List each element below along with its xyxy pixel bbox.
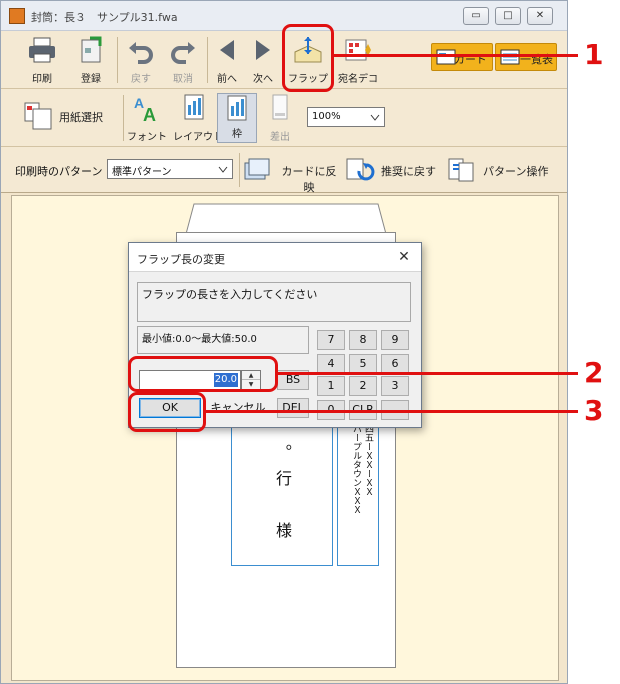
address-deco-icon bbox=[345, 39, 371, 61]
font-button[interactable]: AA フォント bbox=[127, 91, 167, 145]
pattern-ops-label: パターン操作 bbox=[483, 165, 549, 178]
callout-line-2 bbox=[278, 372, 578, 375]
close-window-button[interactable]: ✕ bbox=[527, 7, 553, 25]
envelope-flap bbox=[185, 203, 387, 235]
layout-button[interactable]: レイアウト bbox=[173, 91, 223, 145]
format-toolbar: 用紙選択 AA フォント レイアウト 枠 差出 100% bbox=[1, 89, 567, 147]
pattern-toolbar: 印刷時のパターン 標準パターン カードに反映 推奨に戻す パターン操作 bbox=[1, 147, 567, 194]
window-title: 封筒：長３ サンプル31.fwa bbox=[31, 11, 178, 24]
register-label: 登録 bbox=[81, 74, 101, 85]
key-3[interactable]: 3 bbox=[381, 376, 409, 396]
app-icon bbox=[9, 8, 25, 24]
key-2[interactable]: 2 bbox=[349, 376, 377, 396]
print-label: 印刷 bbox=[32, 74, 52, 85]
undo-button[interactable]: 戻す bbox=[121, 33, 161, 87]
range-message: 最小値:0.0～最大値:50.0 bbox=[137, 326, 309, 354]
address-deco-button[interactable]: 宛名デコ bbox=[335, 33, 381, 87]
prompt-message: フラップの長さを入力してください bbox=[137, 282, 411, 322]
key-8[interactable]: 8 bbox=[349, 330, 377, 350]
prev-button[interactable]: 前へ bbox=[211, 33, 243, 87]
minimize-button[interactable]: ▭ bbox=[463, 7, 489, 25]
register-button[interactable]: 登録 bbox=[69, 33, 113, 87]
key-1[interactable]: 1 bbox=[317, 376, 345, 396]
delete-button[interactable]: DEL bbox=[277, 398, 309, 418]
name-frame[interactable]: 。行 様 bbox=[231, 421, 333, 566]
callout-number-3: 3 bbox=[584, 394, 604, 427]
paper-select-button[interactable]: 用紙選択 bbox=[23, 99, 117, 133]
paper-select-label: 用紙選択 bbox=[59, 111, 103, 124]
pattern-ops-button[interactable]: パターン操作 bbox=[447, 155, 557, 185]
key-7[interactable]: 7 bbox=[317, 330, 345, 350]
font-label: フォント bbox=[127, 132, 167, 143]
key-4[interactable]: 4 bbox=[317, 354, 345, 374]
svg-text:A: A bbox=[143, 105, 156, 123]
address-deco-label: 宛名デコ bbox=[338, 74, 378, 85]
cancel-button[interactable]: キャンセル bbox=[207, 398, 269, 418]
pattern-value: 標準パターン bbox=[112, 167, 172, 178]
address-frame[interactable]: 四五ーＸＸーＸＸ パープルタウンＸＸＸ bbox=[337, 421, 379, 566]
undo-label: 戻す bbox=[131, 74, 151, 85]
frame-label: 枠 bbox=[232, 129, 242, 140]
pattern-label: 印刷時のパターン bbox=[15, 165, 103, 178]
pattern-ops-icon bbox=[448, 158, 474, 182]
zoom-select[interactable]: 100% bbox=[307, 107, 385, 127]
next-label: 次へ bbox=[253, 74, 273, 85]
card-view-button[interactable]: カード bbox=[431, 43, 493, 71]
key-6[interactable]: 6 bbox=[381, 354, 409, 374]
list-icon bbox=[500, 49, 520, 65]
next-button[interactable]: 次へ bbox=[247, 33, 279, 87]
toolbar-divider bbox=[123, 95, 124, 141]
font-icon: AA bbox=[134, 95, 156, 125]
sender-icon bbox=[272, 94, 288, 120]
callout-line-1 bbox=[334, 54, 578, 57]
chevron-down-icon bbox=[370, 114, 380, 121]
layout-icon bbox=[184, 94, 204, 120]
callout-line-3 bbox=[206, 410, 578, 413]
highlight-value-input bbox=[128, 356, 278, 392]
zoom-value: 100% bbox=[312, 111, 341, 122]
card-icon bbox=[436, 49, 456, 65]
prev-label: 前へ bbox=[217, 74, 237, 85]
chevron-down-icon bbox=[218, 166, 228, 173]
highlight-flap-button bbox=[282, 24, 334, 92]
key-5[interactable]: 5 bbox=[349, 354, 377, 374]
redo-icon bbox=[171, 42, 195, 64]
card-stack-icon bbox=[244, 158, 270, 180]
close-icon[interactable]: ✕ bbox=[395, 248, 413, 266]
arrow-left-icon bbox=[220, 40, 234, 60]
frame-button[interactable]: 枠 bbox=[217, 93, 257, 143]
undo-icon bbox=[129, 42, 153, 64]
callout-number-2: 2 bbox=[584, 356, 604, 389]
highlight-ok-button bbox=[128, 392, 206, 432]
recipient-address: 四五ーＸＸーＸＸ パープルタウンＸＸＸ bbox=[351, 424, 373, 514]
sender-button[interactable]: 差出 bbox=[261, 91, 299, 145]
dialog-title: フラップ長の変更 bbox=[137, 253, 225, 266]
redo-button[interactable]: 取消 bbox=[163, 33, 203, 87]
print-button[interactable]: 印刷 bbox=[19, 33, 65, 87]
frame-icon bbox=[227, 95, 247, 121]
toolbar-divider bbox=[117, 37, 118, 83]
printer-icon bbox=[29, 37, 55, 63]
restore-icon bbox=[346, 158, 375, 181]
callout-number-1: 1 bbox=[584, 38, 604, 71]
toolbar-divider bbox=[239, 153, 240, 187]
redo-label: 取消 bbox=[173, 74, 193, 85]
paper-icon bbox=[24, 102, 52, 130]
restore-recommended-label: 推奨に戻す bbox=[381, 165, 436, 178]
pattern-select[interactable]: 標準パターン bbox=[107, 159, 233, 179]
reflect-card-label: カードに反映 bbox=[281, 165, 337, 194]
register-icon bbox=[81, 36, 102, 63]
reflect-card-button[interactable]: カードに反映 bbox=[243, 155, 341, 194]
key-9[interactable]: 9 bbox=[381, 330, 409, 350]
arrow-right-icon bbox=[256, 40, 270, 60]
maximize-button[interactable]: □ bbox=[495, 7, 521, 25]
recipient-name: 。行 様 bbox=[273, 444, 292, 548]
restore-recommended-button[interactable]: 推奨に戻す bbox=[345, 155, 441, 185]
sender-label: 差出 bbox=[270, 132, 290, 143]
layout-label: レイアウト bbox=[173, 132, 223, 143]
toolbar-divider bbox=[207, 37, 208, 83]
list-view-button[interactable]: 一覧表 bbox=[495, 43, 557, 71]
